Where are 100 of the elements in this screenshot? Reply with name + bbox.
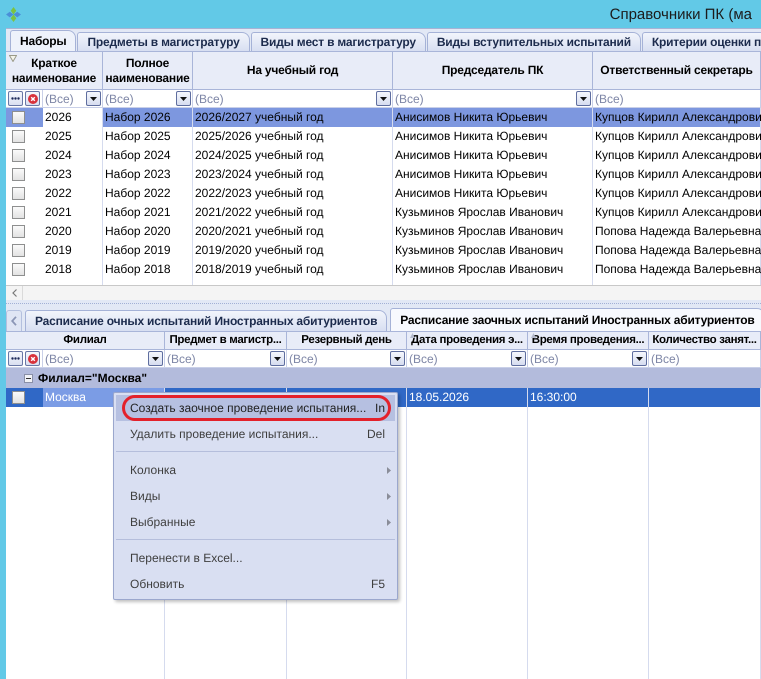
group-row[interactable]: Филиал="Москва" <box>6 368 761 388</box>
table-row[interactable]: 2026 Набор 2026 2026/2027 учебный год Анисимов Никита Юрьевич Купцов Кирилл Александрови <box>6 108 761 127</box>
dropdown-button[interactable] <box>390 351 405 366</box>
table-cell: Набор 2022 <box>103 184 193 203</box>
filter-field[interactable]: (Все) <box>649 350 761 367</box>
dropdown-button[interactable] <box>576 91 591 106</box>
column-header[interactable]: Количество занят... <box>649 332 761 349</box>
shortcut-label: F5 <box>370 577 385 591</box>
dropdown-button[interactable] <box>176 91 191 106</box>
table-cell: Анисимов Никита Юрьевич <box>393 127 593 146</box>
table-cell: 2020/2021 учебный год <box>193 222 393 241</box>
window-title: Справочники ПК (ма <box>610 6 752 22</box>
menu-item[interactable]: Колонка <box>116 457 395 483</box>
dropdown-button[interactable] <box>376 91 391 106</box>
table-row[interactable]: 2018 Набор 2018 2018/2019 учебный год Кузьминов Ярослав Иванович Попова Надежда Валерьевна <box>6 260 761 279</box>
checkbox[interactable] <box>12 149 25 162</box>
tab[interactable]: Критерии оценки п <box>642 32 761 51</box>
column-header[interactable]: Время проведения... <box>528 332 649 349</box>
menu-item[interactable]: Виды <box>116 483 395 509</box>
table-cell: Купцов Кирилл Александрови <box>593 146 761 165</box>
table-cell: 2018/2019 учебный год <box>193 260 393 279</box>
column-header[interactable]: Резервный день <box>287 332 407 349</box>
checkbox[interactable] <box>12 225 25 238</box>
table-cell: Набор 2021 <box>103 203 193 222</box>
chevron-left-icon <box>11 316 17 326</box>
tab[interactable]: Расписание очных испытаний Иностранных абитуриентов <box>25 310 388 331</box>
table-row[interactable]: 2020 Набор 2020 2020/2021 учебный год Кузьминов Ярослав Иванович Попова Надежда Валерьевна <box>6 222 761 241</box>
more-button[interactable] <box>8 351 23 366</box>
table-cell: 2023 <box>43 165 103 184</box>
checkbox[interactable] <box>12 206 25 219</box>
table-row[interactable]: 2019 Набор 2019 2019/2020 учебный год Кузьминов Ярослав Иванович Попова Надежда Валерьевна <box>6 241 761 260</box>
dropdown-button[interactable] <box>270 351 285 366</box>
menu-item[interactable]: Создать заочное проведение испытания... In <box>116 395 395 421</box>
table-cell: Кузьминов Ярослав Иванович <box>393 203 593 222</box>
table-cell: Набор 2026 <box>103 108 193 127</box>
table-cell: Купцов Кирилл Александрови <box>593 203 761 222</box>
collapse-icon[interactable] <box>24 374 33 382</box>
filter-field[interactable]: (Все) <box>593 90 761 107</box>
filter-field[interactable]: (Все) <box>165 350 287 367</box>
table-cell: 2025 <box>43 127 103 146</box>
checkbox[interactable] <box>12 391 25 404</box>
table-cell: Анисимов Никита Юрьевич <box>393 108 593 127</box>
column-header[interactable]: Краткое наименование <box>6 52 103 89</box>
caret-down-icon <box>515 356 522 360</box>
table-cell: Анисимов Никита Юрьевич <box>393 146 593 165</box>
checkbox[interactable] <box>12 130 25 143</box>
more-button[interactable] <box>8 91 23 106</box>
column-header[interactable]: Дата проведения э... <box>407 332 528 349</box>
filter-field[interactable]: (Все) <box>407 350 528 367</box>
table-row[interactable]: 2022 Набор 2022 2022/2023 учебный год Анисимов Никита Юрьевич Купцов Кирилл Александрови <box>6 184 761 203</box>
table-cell: 2018 <box>43 260 103 279</box>
tab[interactable]: Предметы в магистратуру <box>77 32 250 51</box>
table-cell: 2019/2020 учебный год <box>193 241 393 260</box>
table-cell: Купцов Кирилл Александрови <box>593 108 761 127</box>
caret-down-icon <box>580 96 587 100</box>
clear-filter-button[interactable] <box>25 351 40 366</box>
table-row[interactable]: 2024 Набор 2024 2024/2025 учебный год Анисимов Никита Юрьевич Купцов Кирилл Александрови <box>6 146 761 165</box>
table-cell: 2021 <box>43 203 103 222</box>
scrollbar[interactable] <box>6 285 761 300</box>
menu-item[interactable]: Обновить F5 <box>116 571 395 597</box>
column-header[interactable]: Ответственный секретарь <box>593 52 761 89</box>
tab[interactable]: Наборы <box>10 30 76 51</box>
filter-field[interactable]: (Все) <box>43 90 103 107</box>
checkbox[interactable] <box>12 168 25 181</box>
table-row[interactable]: 2023 Набор 2023 2023/2024 учебный год Анисимов Никита Юрьевич Купцов Кирилл Александрови <box>6 165 761 184</box>
table-cell: Попова Надежда Валерьевна <box>593 260 761 279</box>
table-row[interactable]: 2025 Набор 2025 2025/2026 учебный год Анисимов Никита Юрьевич Купцов Кирилл Александрови <box>6 127 761 146</box>
menu-item[interactable]: Перенести в Excel... <box>116 545 395 571</box>
filter-field[interactable]: (Все) <box>393 90 593 107</box>
table-cell: Набор 2018 <box>103 260 193 279</box>
dropdown-button[interactable] <box>86 91 101 106</box>
filter-field[interactable]: (Все) <box>43 350 165 367</box>
menu-item[interactable]: Выбранные <box>116 509 395 535</box>
checkbox[interactable] <box>12 111 25 124</box>
tab[interactable]: Виды мест в магистратуру <box>250 32 426 51</box>
table-row[interactable]: 2021 Набор 2021 2021/2022 учебный год Кузьминов Ярослав Иванович Купцов Кирилл Александрови <box>6 203 761 222</box>
app-icon <box>6 6 21 22</box>
checkbox[interactable] <box>12 263 25 276</box>
dropdown-button[interactable] <box>148 351 163 366</box>
tab[interactable]: Виды вступительных испытаний <box>426 32 641 51</box>
clear-filter-button[interactable] <box>25 91 40 106</box>
dropdown-button[interactable] <box>632 351 647 366</box>
menu-item[interactable]: Удалить проведение испытания... Del <box>116 421 395 447</box>
checkbox[interactable] <box>12 244 25 257</box>
filter-field[interactable]: (Все) <box>193 90 393 107</box>
caret-down-icon <box>180 96 187 100</box>
column-header[interactable]: Полное наименование <box>103 52 193 89</box>
column-header[interactable]: Филиал <box>6 332 165 349</box>
caret-down-icon <box>274 356 281 360</box>
filter-field[interactable]: (Все) <box>528 350 649 367</box>
table-cell: 2026 <box>43 108 103 127</box>
filter-field[interactable]: (Все) <box>287 350 407 367</box>
column-header[interactable]: Предмет в магистр... <box>165 332 287 349</box>
checkbox[interactable] <box>12 187 25 200</box>
table-cell: Набор 2019 <box>103 241 193 260</box>
dropdown-button[interactable] <box>511 351 526 366</box>
tab[interactable]: Расписание заочных испытаний Иностранных абитуриентов <box>390 308 761 331</box>
column-header[interactable]: Председатель ПК <box>393 52 593 89</box>
column-header[interactable]: На учебный год <box>193 52 393 89</box>
filter-field[interactable]: (Все) <box>103 90 193 107</box>
